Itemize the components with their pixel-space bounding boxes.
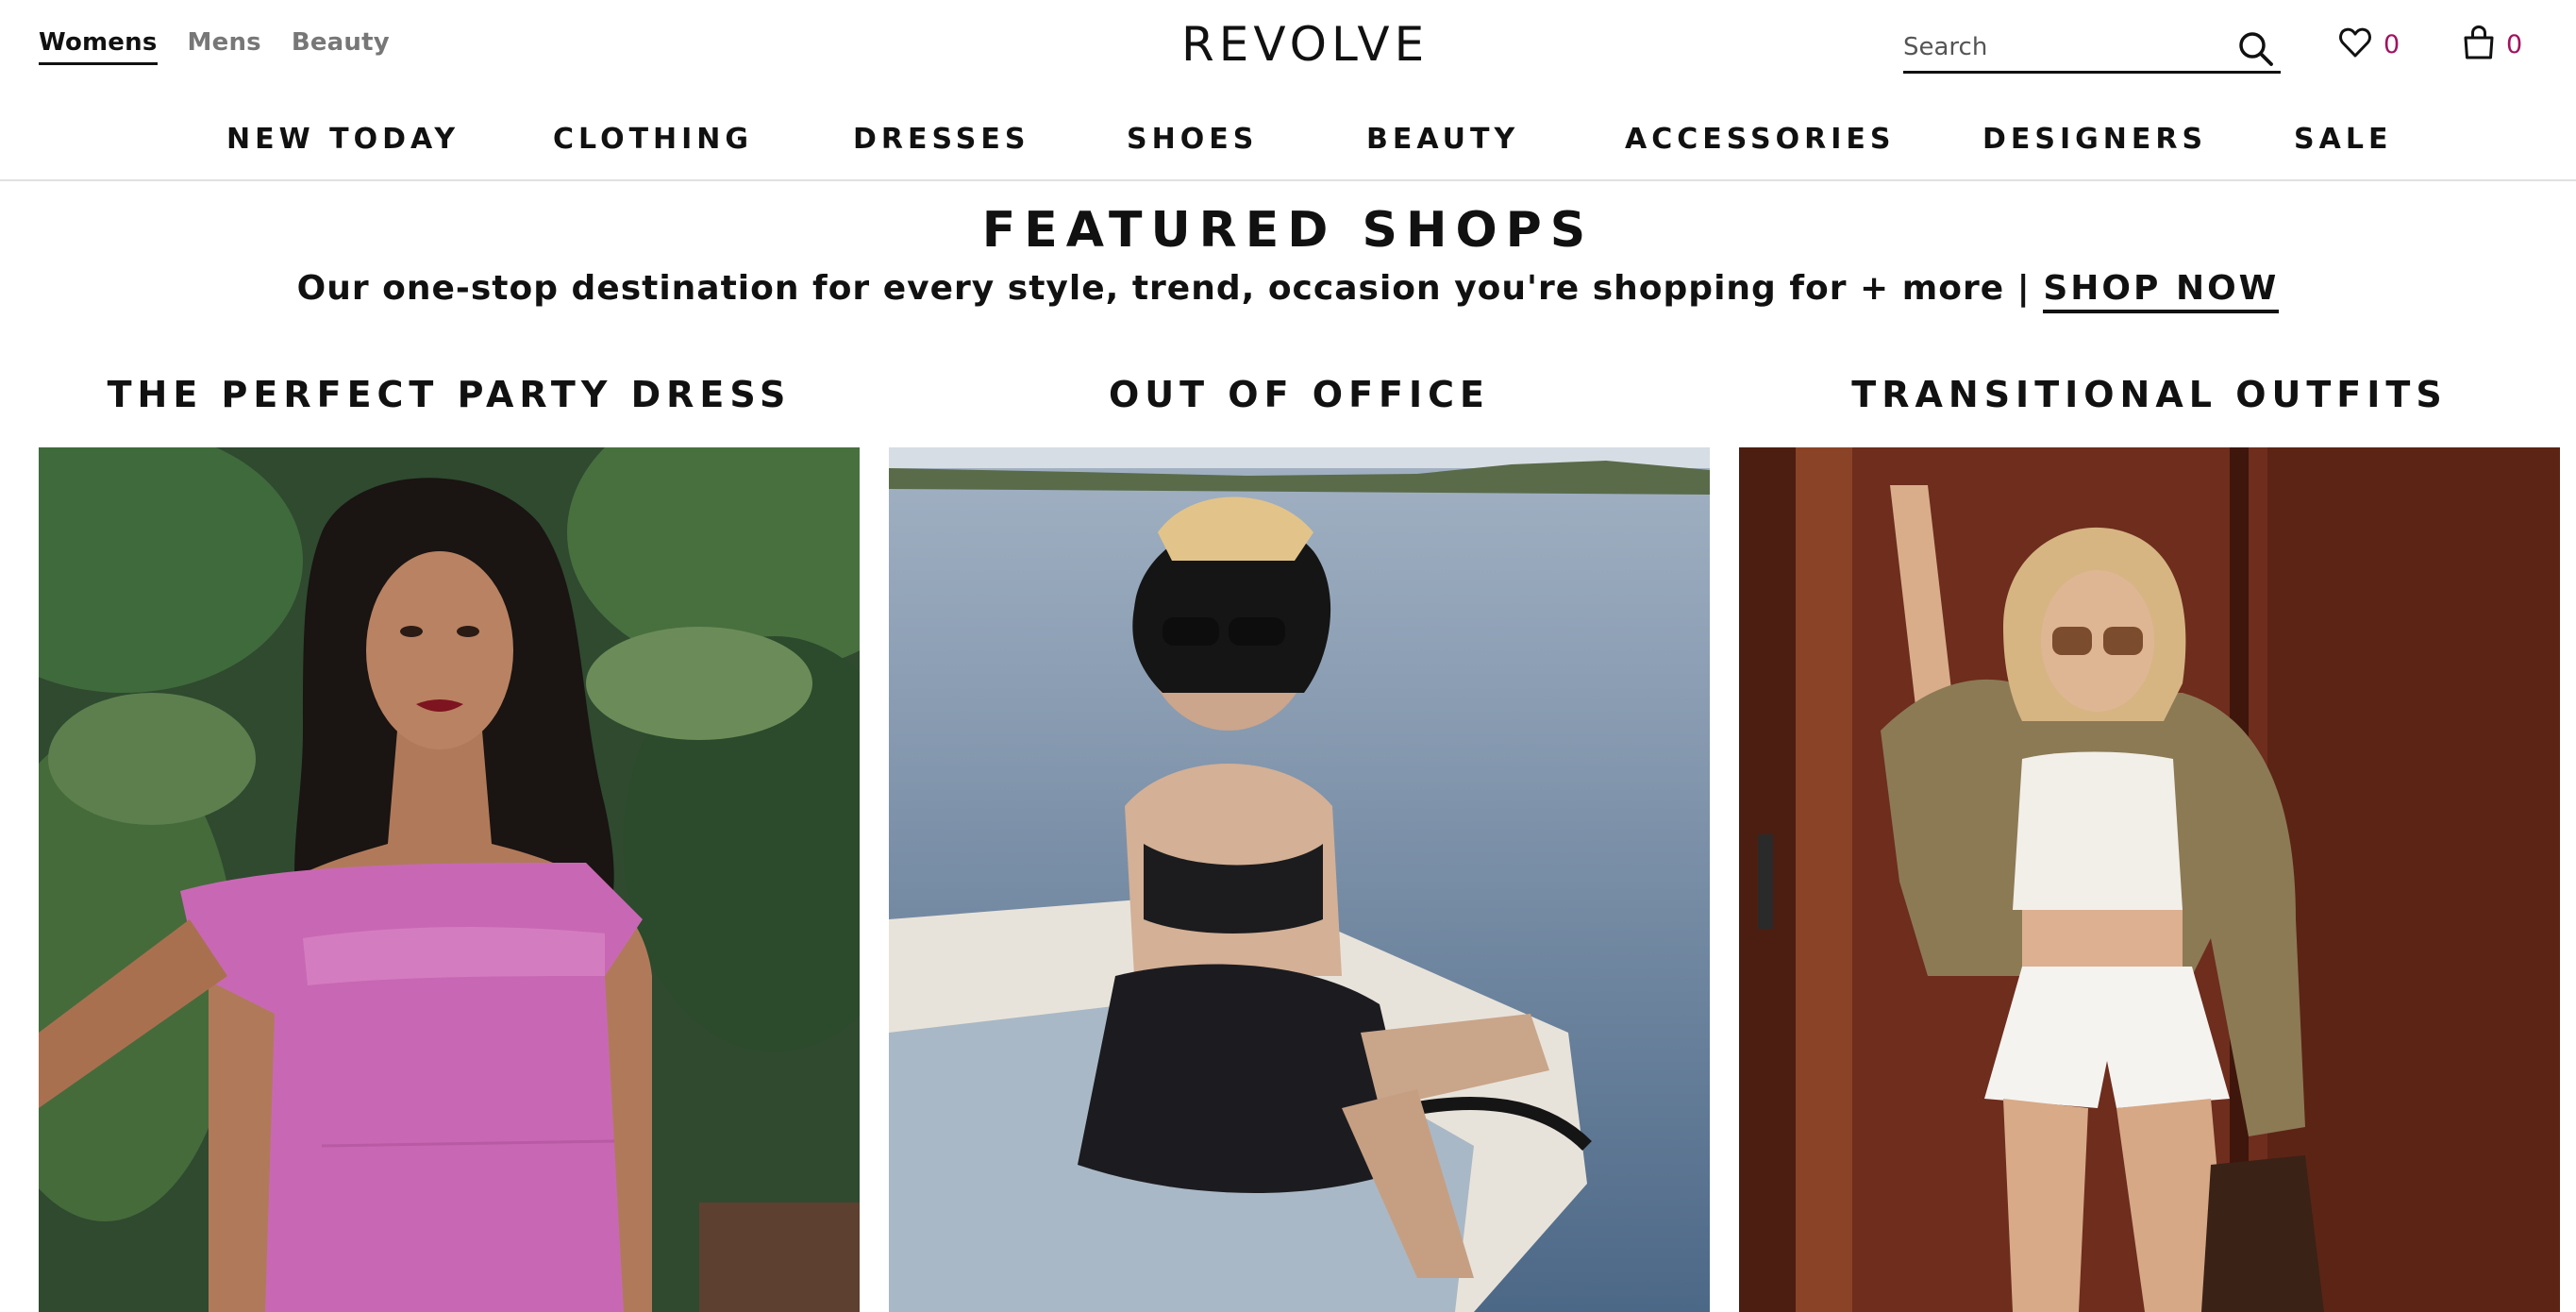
nav-designers[interactable]: DESIGNERS [1982, 123, 2207, 156]
nav-accessories[interactable]: ACCESSORIES [1625, 123, 1895, 156]
featured-subtitle-text: Our one-stop destination for every style… [296, 269, 2031, 308]
tab-beauty[interactable]: Beauty [292, 28, 390, 65]
main-nav: NEW TODAY CLOTHING DRESSES SHOES BEAUTY … [0, 104, 2576, 181]
favorites-count: 0 [2384, 30, 2400, 59]
shop-card-image[interactable] [39, 447, 860, 1312]
shop-card-title[interactable]: TRANSITIONAL OUTFITS [1739, 374, 2560, 421]
bag-count: 0 [2506, 30, 2523, 59]
search-icon[interactable] [2235, 28, 2277, 70]
favorites-button[interactable]: 0 [2338, 26, 2400, 63]
shop-now-link[interactable]: SHOP NOW [2043, 269, 2280, 313]
shopping-bag-button[interactable]: 0 [2463, 25, 2522, 65]
featured-subtitle: Our one-stop destination for every style… [0, 269, 2576, 313]
nav-sale[interactable]: SALE [2294, 123, 2392, 156]
revolve-logo[interactable]: REVOLVE [1181, 17, 1429, 72]
nav-new-today[interactable]: NEW TODAY [226, 123, 460, 156]
heart-icon [2338, 26, 2372, 63]
shopping-bag-icon [2463, 25, 2495, 65]
tab-mens[interactable]: Mens [188, 28, 261, 65]
gender-tabs: Womens Mens Beauty [39, 28, 390, 65]
shop-card-transitional-outfits: TRANSITIONAL OUTFITS [1739, 374, 2560, 1312]
nav-dresses[interactable]: DRESSES [853, 123, 1029, 156]
tab-womens[interactable]: Womens [39, 28, 158, 65]
search-bar [1903, 25, 2281, 74]
search-input[interactable] [1903, 26, 2215, 68]
shop-card-title[interactable]: OUT OF OFFICE [889, 374, 1710, 421]
top-bar: Womens Mens Beauty REVOLVE 0 0 [0, 0, 2576, 94]
shop-card-party-dress: THE PERFECT PARTY DRESS [39, 374, 860, 1312]
shop-card-image[interactable] [1739, 447, 2560, 1312]
featured-shops-title: FEATURED SHOPS [981, 202, 1595, 259]
shop-card-image[interactable] [889, 447, 1710, 1312]
nav-clothing[interactable]: CLOTHING [553, 123, 753, 156]
shop-card-out-of-office: OUT OF OFFICE [889, 374, 1710, 1312]
nav-beauty[interactable]: BEAUTY [1366, 123, 1519, 156]
shop-card-title[interactable]: THE PERFECT PARTY DRESS [39, 374, 860, 421]
nav-shoes[interactable]: SHOES [1127, 123, 1258, 156]
